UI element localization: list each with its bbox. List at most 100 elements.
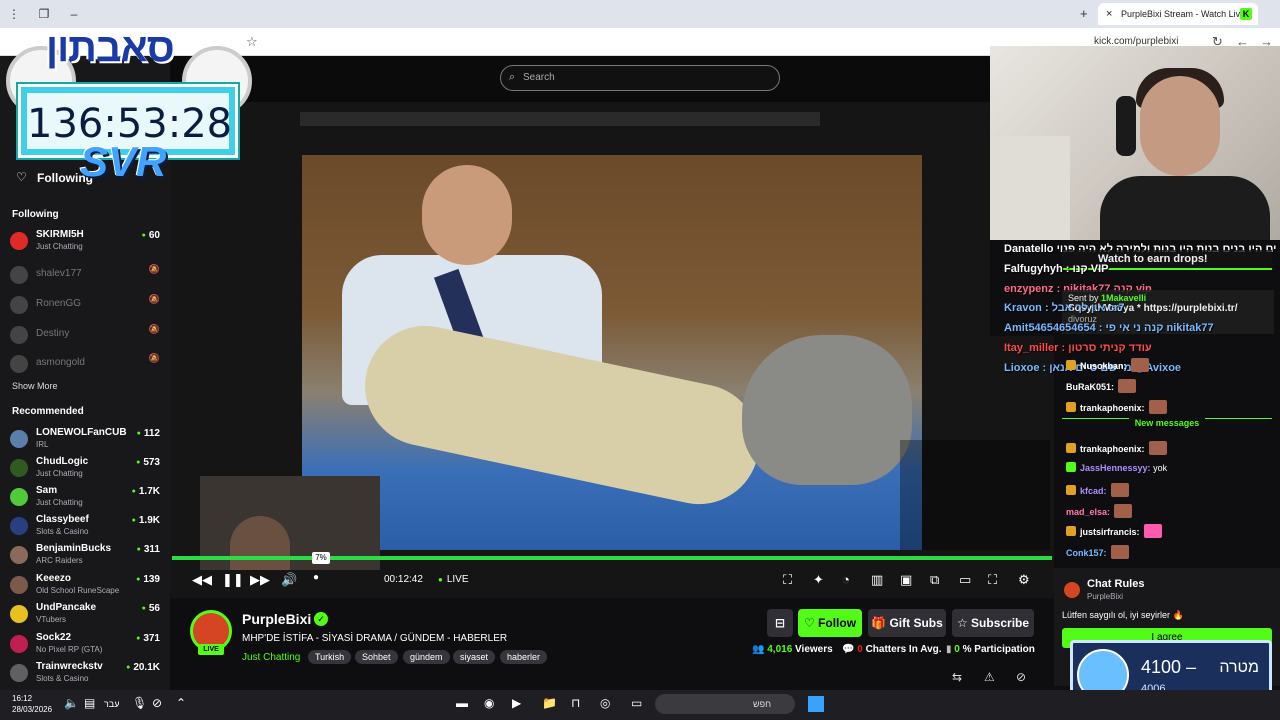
- fast-forward-icon[interactable]: ▶▶: [250, 572, 270, 588]
- streamer-webcam: [990, 46, 1280, 240]
- pip-icon[interactable]: ⧉: [930, 572, 939, 588]
- svr-logo: SVR: [80, 138, 167, 185]
- stats-icon[interactable]: ▥: [871, 572, 883, 588]
- volume-icon[interactable]: 🔊: [281, 572, 297, 588]
- chatters-count: 0: [857, 644, 863, 655]
- taskbar-search-label: חפש: [753, 699, 771, 709]
- stream-category-link[interactable]: Just Chatting: [242, 652, 300, 663]
- chat-username: trankaphoenix:: [1080, 403, 1145, 413]
- avatar: [10, 664, 28, 682]
- sidebar-item-name: Trainwreckstv: [36, 661, 103, 672]
- sidebar-item-name: Classybeef: [36, 514, 89, 525]
- sidebar-item-lonewolfancub[interactable]: LONEWOLFanCUB IRL 112: [10, 426, 160, 454]
- speed-icon[interactable]: ◔: [842, 572, 850, 587]
- bookmark-star-icon[interactable]: ☆: [246, 34, 258, 50]
- theater-icon[interactable]: ▭: [959, 572, 971, 588]
- rewind-icon[interactable]: ◀◀: [192, 572, 212, 588]
- sidebar-item-benjaminbucks[interactable]: BenjaminBucks ARC Raiders 311: [10, 542, 160, 570]
- participation-label: % Participation: [962, 644, 1035, 655]
- mute-chat-icon[interactable]: ⊘: [1016, 670, 1026, 684]
- media-player-icon[interactable]: ▶: [512, 696, 521, 710]
- tag-chip[interactable]: gündem: [403, 650, 450, 664]
- live-indicator[interactable]: LIVE: [438, 574, 469, 585]
- fullscreen-icon[interactable]: ⛶: [988, 572, 997, 588]
- task-view-icon[interactable]: ▭: [631, 696, 642, 710]
- sidebar-item-name: Sam: [36, 485, 58, 496]
- tag-chip[interactable]: Turkish: [308, 650, 352, 664]
- browser-tab[interactable]: × PurpleBixi Stream - Watch Live K: [1098, 3, 1258, 25]
- chevron-up-icon[interactable]: ⌃: [176, 696, 186, 710]
- sidebar-item-undpancake[interactable]: UndPancake VTubers 56: [10, 601, 160, 629]
- chrome-icon[interactable]: ◎: [600, 696, 610, 710]
- new-tab-button[interactable]: +: [1080, 6, 1088, 21]
- close-tab-icon[interactable]: ×: [1106, 8, 1112, 20]
- discord-icon[interactable]: ◉: [484, 696, 494, 710]
- sparkle-icon[interactable]: ✦: [813, 572, 824, 588]
- network-icon[interactable]: ▤: [84, 696, 95, 710]
- viewer-count: 112: [137, 428, 160, 439]
- new-messages-divider[interactable]: New messages: [1062, 418, 1272, 432]
- sidebar-item-ronengg[interactable]: RonenGG 🔕: [10, 292, 160, 320]
- magnet-icon[interactable]: ⊓: [571, 696, 580, 710]
- chat-rules-channel: PurpleBixi: [1087, 592, 1124, 601]
- sidebar-item-category: Slots & Casino: [36, 527, 89, 536]
- report-icon[interactable]: ⚠: [984, 670, 995, 684]
- overlay-chat-line: Amit54654654654 : קנה ני אי פי nikitak77: [1004, 322, 1214, 334]
- pause-icon[interactable]: ❚❚: [222, 572, 244, 588]
- chat-rules-title: Chat Rules: [1087, 578, 1145, 590]
- streamer-name[interactable]: PurpleBixi: [242, 611, 311, 627]
- volume-slider[interactable]: ●: [313, 572, 319, 583]
- sidebar-item-destiny[interactable]: Destiny 🔕: [10, 322, 160, 350]
- settings-gear-icon[interactable]: ⚙: [1018, 572, 1030, 588]
- chat-toggle-button[interactable]: ⊟: [767, 609, 793, 637]
- chat-message: justsirfrancis:: [1066, 524, 1162, 538]
- sidebar-item-asmongold[interactable]: asmongold 🔕: [10, 351, 160, 379]
- app-icon[interactable]: ▬: [456, 696, 468, 710]
- avatar: [10, 635, 28, 653]
- speaker-icon[interactable]: 🔈: [64, 696, 79, 710]
- viewer-count: 60: [142, 230, 160, 241]
- progress-bar[interactable]: [172, 556, 1052, 560]
- tag-chip[interactable]: siyaset: [453, 650, 496, 664]
- sidebar-item-sock22[interactable]: Sock22 No Pixel RP (GTA) 371: [10, 631, 160, 659]
- sidebar-item-classybeef[interactable]: Classybeef Slots & Casino 1.9K: [10, 513, 160, 541]
- taskbar-search[interactable]: חפש: [655, 694, 795, 714]
- sidebar-item-keeezo[interactable]: Keeezo Old School RuneScape 139: [10, 572, 160, 600]
- gift-subs-button[interactable]: 🎁 Gift Subs: [868, 609, 946, 637]
- chat-message: JassHennessyy: yok: [1066, 462, 1167, 473]
- goal-label: מטרה: [1219, 659, 1259, 676]
- mic-icon[interactable]: 🎙: [132, 696, 147, 710]
- language-indicator[interactable]: עבר: [104, 699, 119, 709]
- sidebar-item-category: No Pixel RP (GTA): [36, 645, 103, 654]
- sidebar-item-trainwreckstv[interactable]: Trainwreckstv Slots & Casino 20.1K: [10, 660, 160, 688]
- subscribe-button[interactable]: ☆ Subscribe: [952, 609, 1034, 637]
- show-more-link[interactable]: Show More: [12, 381, 58, 391]
- sidebar-item-sam[interactable]: Sam Just Chatting 1.7K: [10, 484, 160, 512]
- sidebar-item-name: asmongold: [36, 357, 85, 368]
- tag-chip[interactable]: Sohbet: [355, 650, 398, 664]
- taskbar-clock[interactable]: 16:12 28/03/2026: [12, 693, 52, 715]
- avatar: [10, 232, 28, 250]
- file-explorer-icon[interactable]: 📁: [542, 696, 557, 710]
- sidebar-item-chudlogic[interactable]: ChudLogic Just Chatting 573: [10, 455, 160, 483]
- follow-button[interactable]: ♡ Follow: [798, 609, 862, 637]
- tag-chip[interactable]: haberler: [500, 650, 548, 664]
- avatar: [10, 576, 28, 594]
- sidebar-item-shalev177[interactable]: shalev177 🔕: [10, 262, 160, 290]
- viewer-count: 311: [137, 544, 160, 555]
- minimize-icon[interactable]: –: [66, 6, 82, 22]
- sidebar-item-skirmi5h[interactable]: SKIRMI5H Just Chatting 60: [10, 228, 160, 256]
- wifi-off-icon[interactable]: ⊘: [152, 696, 162, 710]
- subathon-logo: סאבתון: [46, 26, 175, 70]
- windows-start-icon[interactable]: [808, 696, 824, 712]
- restore-icon[interactable]: ❐: [36, 6, 52, 22]
- share-icon[interactable]: ⇆: [952, 670, 962, 684]
- kick-favicon-icon: K: [1240, 8, 1252, 20]
- miniplayer-icon[interactable]: ▣: [900, 572, 912, 588]
- sidebar-item-name: Keeezo: [36, 573, 72, 584]
- window-menu-icon[interactable]: ⋮: [6, 6, 22, 22]
- clip-icon[interactable]: ⛶: [783, 572, 792, 588]
- chatters-stats: 💬 0 Chatters In Avg.: [842, 644, 942, 655]
- chat-username: Nusokhan:: [1080, 361, 1127, 371]
- search-input[interactable]: ⌕ Search: [500, 65, 780, 91]
